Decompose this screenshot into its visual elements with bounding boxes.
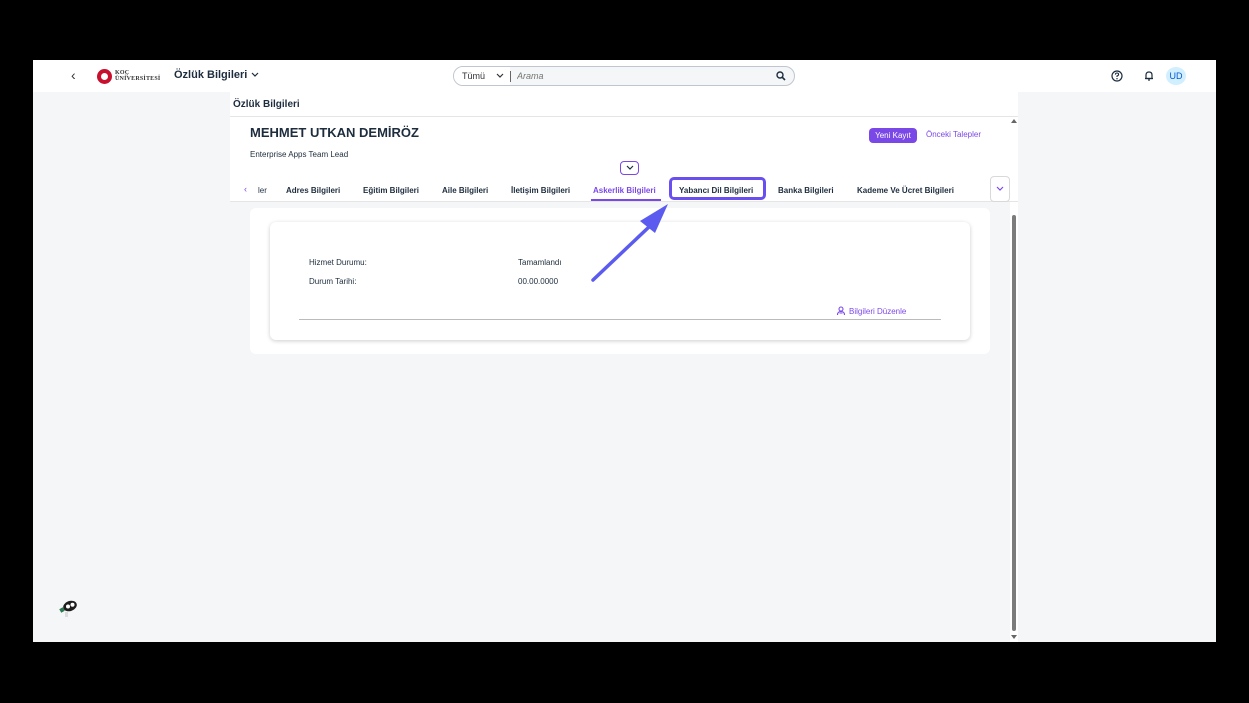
tab-askerlik[interactable]: Askerlik Bilgileri — [593, 186, 656, 195]
active-tab-indicator — [591, 199, 661, 201]
scroll-down-icon[interactable] — [1011, 635, 1017, 639]
app-title: Özlük Bilgileri — [174, 69, 248, 81]
military-section: Hizmet Durumu: Tamamlandı Durum Tarihi: … — [250, 208, 990, 354]
edit-info-label: Bilgileri Düzenle — [849, 306, 907, 316]
search-scope-value: Tümü — [462, 71, 486, 81]
scroll-thumb[interactable] — [1012, 215, 1016, 631]
search-scope-select[interactable]: Tümü — [454, 67, 510, 85]
vertical-scrollbar[interactable] — [1010, 117, 1018, 642]
tab-banka[interactable]: Banka Bilgileri — [778, 186, 834, 195]
search-icon — [776, 71, 786, 81]
app-screen: ‹ KOÇ ÜNİVERSİTESİ Özlük Bilgileri Tümü — [33, 60, 1216, 642]
search-button[interactable] — [768, 67, 794, 85]
employee-name: MEHMET UTKAN DEMİRÖZ — [250, 125, 419, 140]
logo-text: KOÇ ÜNİVERSİTESİ — [115, 70, 160, 82]
military-card: Hizmet Durumu: Tamamlandı Durum Tarihi: … — [270, 222, 970, 340]
search-input[interactable] — [511, 70, 768, 82]
chevron-down-icon — [496, 73, 504, 78]
tab-scroll-left-icon[interactable]: ‹ — [244, 184, 247, 194]
search-bar: Tümü — [453, 66, 795, 86]
field-value: Tamamlandı — [518, 258, 562, 267]
tab-aile[interactable]: Aile Bilgileri — [442, 186, 488, 195]
scroll-up-icon[interactable] — [1011, 119, 1017, 123]
tab-kademe-ucret[interactable]: Kademe Ve Ücret Bilgileri — [857, 186, 954, 195]
card-divider — [299, 319, 941, 320]
edit-person-icon — [836, 306, 846, 316]
field-value: 00.00.0000 — [518, 277, 559, 286]
chevron-down-icon — [251, 72, 259, 77]
profile-panel: Özlük Bilgileri MEHMET UTKAN DEMİRÖZ Ent… — [230, 92, 1018, 642]
logo-line-2: ÜNİVERSİTESİ — [115, 76, 161, 82]
shell-bar: ‹ KOÇ ÜNİVERSİTESİ Özlük Bilgileri Tümü — [33, 60, 1216, 92]
chevron-down-icon — [626, 165, 633, 170]
field-label: Durum Tarihi: — [309, 277, 357, 286]
tab-iletisim[interactable]: İletişim Bilgileri — [511, 186, 570, 195]
tab-overflow-button[interactable] — [990, 176, 1010, 202]
logo-mark-icon — [97, 68, 112, 84]
tab-partial[interactable]: ler — [258, 186, 267, 195]
assistant-launcher-icon[interactable] — [56, 598, 80, 618]
help-icon[interactable] — [1111, 70, 1123, 82]
field-label: Hizmet Durumu: — [309, 258, 367, 267]
tab-adres[interactable]: Adres Bilgileri — [286, 186, 340, 195]
tab-yabanci-dil[interactable]: Yabancı Dil Bilgileri — [679, 186, 753, 195]
tab-egitim[interactable]: Eğitim Bilgileri — [363, 186, 419, 195]
avatar[interactable]: UD — [1166, 67, 1186, 85]
previous-requests-link[interactable]: Önceki Talepler — [926, 130, 981, 139]
university-logo[interactable]: KOÇ ÜNİVERSİTESİ — [97, 68, 160, 84]
tab-content: Hizmet Durumu: Tamamlandı Durum Tarihi: … — [230, 202, 1010, 642]
back-icon[interactable]: ‹ — [71, 67, 76, 83]
new-record-button[interactable]: Yeni Kayıt — [869, 128, 917, 143]
tab-bar: ‹ ler Adres Bilgileri Eğitim Bilgileri A… — [230, 176, 1018, 202]
bell-icon[interactable] — [1143, 70, 1155, 82]
divider — [230, 116, 1018, 117]
page-title: Özlük Bilgileri — [233, 99, 300, 110]
chevron-down-icon — [996, 186, 1004, 191]
edit-info-button[interactable]: Bilgileri Düzenle — [836, 306, 906, 316]
app-title-menu[interactable]: Özlük Bilgileri — [174, 69, 259, 81]
employee-role: Enterprise Apps Team Lead — [250, 150, 349, 159]
collapse-header-button[interactable] — [620, 161, 639, 175]
